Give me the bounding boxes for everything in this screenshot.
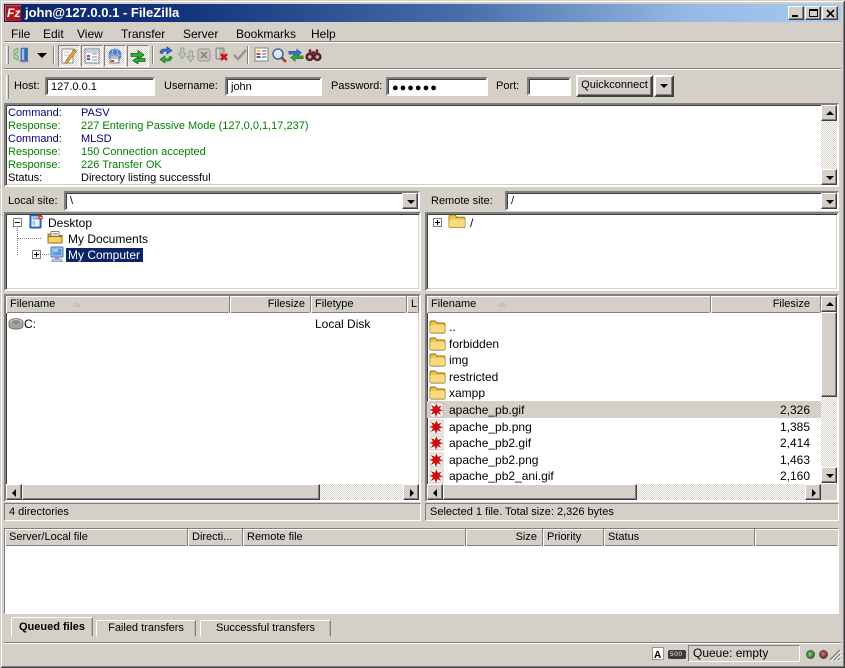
svg-text:Fz: Fz (7, 6, 20, 20)
